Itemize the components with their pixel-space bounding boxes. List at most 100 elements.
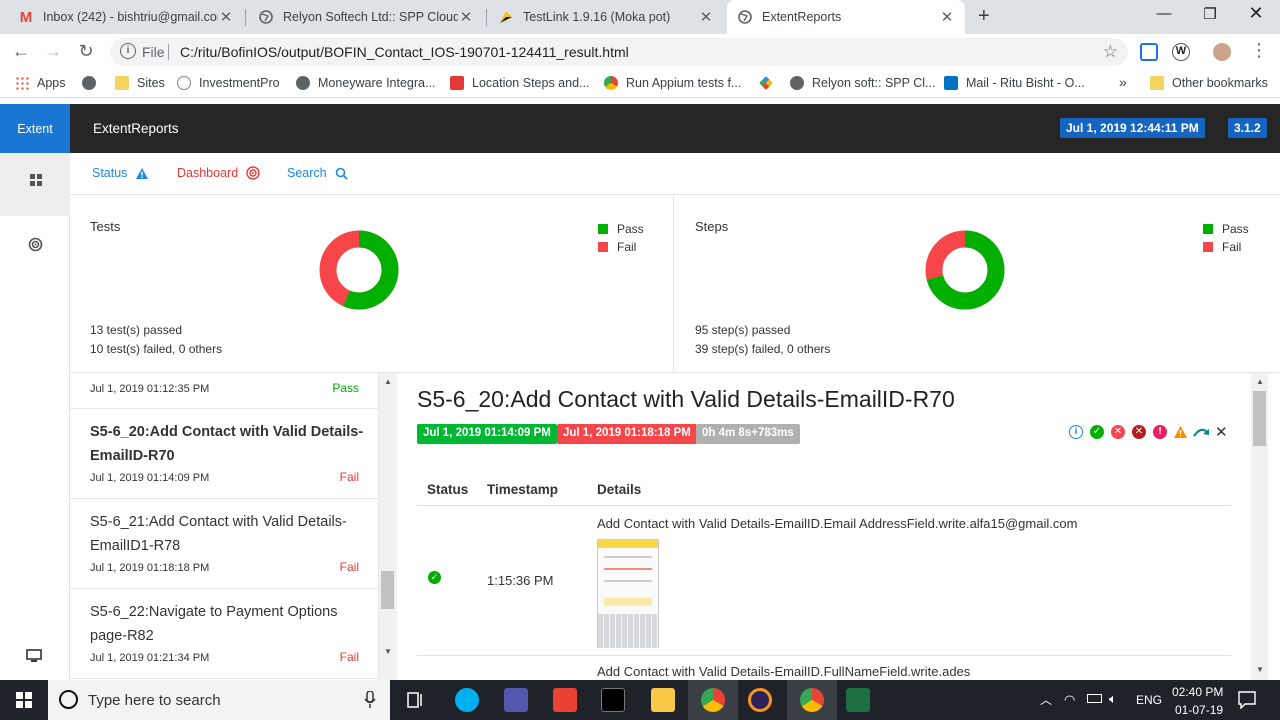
bookmark-moneyware[interactable]: Moneyware Integra...: [296, 76, 435, 90]
microphone-icon[interactable]: [364, 691, 376, 709]
test-list-scrollbar[interactable]: ▲ ▼: [379, 373, 397, 680]
chrome-taskbar-item[interactable]: [787, 680, 837, 720]
bookmark-sites[interactable]: Sites: [115, 76, 165, 90]
forward-button[interactable]: →: [42, 41, 64, 62]
teams-icon[interactable]: [504, 688, 528, 712]
close-icon[interactable]: ✕: [939, 8, 955, 26]
test-details: S5-6_20:Add Contact with Valid Details-E…: [397, 373, 1251, 680]
notification-icon[interactable]: [1238, 691, 1256, 709]
status-label: Fail: [339, 560, 359, 574]
tab-extentreports[interactable]: ExtentReports ✕: [727, 0, 965, 34]
bookmark-apps[interactable]: Apps: [15, 76, 66, 90]
bookmark-investmentpro[interactable]: InvestmentPro: [177, 76, 280, 90]
legend-fail[interactable]: Fail: [1203, 238, 1249, 256]
extension-icon[interactable]: [1140, 43, 1158, 61]
details-scrollbar[interactable]: ▲ ▼: [1251, 373, 1268, 680]
legend-pass[interactable]: Pass: [598, 220, 644, 238]
search-icon: [335, 167, 348, 180]
bookmark-relyon[interactable]: Relyon soft:: SPP Cl...: [790, 76, 935, 90]
scroll-down-arrow[interactable]: ▼: [384, 647, 392, 656]
fatal-icon[interactable]: ✕: [1132, 425, 1146, 439]
steps-panel: Steps Pass Fail 95 step(s) passed 39 ste…: [675, 195, 1280, 373]
warning-icon[interactable]: [1173, 425, 1188, 439]
monitor-icon[interactable]: [26, 649, 42, 663]
test-list-item[interactable]: Jul 1, 2019 01:12:35 PM Pass: [70, 373, 378, 409]
dashboard-icon[interactable]: [28, 237, 43, 252]
windows-start-icon[interactable]: [16, 692, 32, 708]
bookmark-star-icon[interactable]: ☆: [1103, 42, 1118, 62]
language-indicator[interactable]: ENG: [1136, 693, 1162, 707]
legend-pass[interactable]: Pass: [1203, 220, 1249, 238]
scroll-thumb[interactable]: [381, 571, 394, 609]
tab-testlink[interactable]: TestLink 1.9.16 (Moka pot) ✕: [488, 0, 724, 34]
info-icon[interactable]: i: [120, 43, 136, 59]
tab-gmail[interactable]: M Inbox (242) - bishtriu@gmail.com ✕: [8, 0, 244, 34]
battery-icon[interactable]: [1087, 694, 1102, 703]
test-list-item-active[interactable]: S5-6_20:Add Contact with Valid Details-E…: [70, 409, 378, 499]
menu-icon[interactable]: ⋮: [1248, 40, 1270, 61]
fail-icon[interactable]: ✕: [1111, 425, 1125, 439]
window-close-button[interactable]: ✕: [1246, 3, 1266, 24]
excel-icon[interactable]: [846, 688, 870, 712]
pass-icon[interactable]: ✓: [1090, 425, 1104, 439]
bookmarks-overflow-button[interactable]: »: [1119, 74, 1127, 90]
skip-icon[interactable]: [1193, 426, 1210, 438]
info-icon[interactable]: i: [1069, 425, 1083, 439]
task-view-icon[interactable]: [407, 692, 425, 708]
minimize-button[interactable]: —: [1154, 5, 1174, 22]
legend-fail[interactable]: Fail: [598, 238, 644, 256]
dashboard-panels: Tests Pass Fail 13 test(s) passed 10 tes…: [70, 195, 1280, 373]
close-icon[interactable]: ✕: [698, 8, 714, 26]
bookmark-mail-outlook[interactable]: Mail - Ritu Bisht - O...: [944, 76, 1085, 90]
bookmark-run-appium[interactable]: Run Appium tests f...: [604, 76, 741, 90]
eclipse-icon[interactable]: [748, 688, 772, 712]
taskbar-search-box[interactable]: Type here to search: [48, 680, 390, 720]
dashboard-link[interactable]: Dashboard: [177, 166, 260, 180]
restore-button[interactable]: ❐: [1200, 5, 1220, 23]
search-link[interactable]: Search: [287, 166, 348, 180]
pinwheel-icon: [759, 76, 773, 90]
status-link[interactable]: Status: [92, 166, 149, 180]
back-button[interactable]: ←: [10, 41, 32, 62]
bookmark-globe[interactable]: [82, 76, 104, 90]
error-icon[interactable]: !: [1153, 425, 1167, 439]
report-date-badge: Jul 1, 2019 12:44:11 PM: [1060, 118, 1205, 138]
side-nav-tests[interactable]: [0, 153, 70, 216]
wordpress-icon[interactable]: W: [1172, 43, 1190, 61]
chrome-icon: [701, 688, 725, 712]
brand-logo[interactable]: Extent: [0, 104, 70, 153]
scroll-down-arrow[interactable]: ▼: [1256, 665, 1264, 674]
anydesk-icon[interactable]: [553, 688, 577, 712]
chrome-taskbar-item[interactable]: [688, 680, 738, 720]
report-version-badge: 3.1.2: [1228, 118, 1267, 138]
duration-badge: 0h 4m 8s+783ms: [696, 424, 800, 444]
tray-overflow-icon[interactable]: ︿: [1040, 691, 1052, 708]
test-list-item[interactable]: S5-6_22:Navigate to Payment Options page…: [70, 589, 378, 679]
address-bar[interactable]: i File C:/ritu/BofinIOS/output/BOFIN_Con…: [110, 38, 1128, 66]
taskbar-date[interactable]: 01-07-19: [1175, 703, 1223, 717]
bookmark-location-steps[interactable]: Location Steps and...: [450, 76, 589, 90]
report-title: ExtentReports: [93, 121, 179, 136]
file-explorer-icon[interactable]: [651, 688, 675, 712]
scroll-up-arrow[interactable]: ▲: [1256, 377, 1264, 386]
url-text[interactable]: C:/ritu/BofinIOS/output/BOFIN_Contact_IO…: [180, 44, 629, 60]
avatar[interactable]: [1213, 43, 1231, 61]
close-icon[interactable]: ✕: [218, 8, 234, 26]
skype-icon[interactable]: [455, 688, 479, 712]
close-icon[interactable]: ✕: [458, 8, 474, 26]
reload-button[interactable]: ↻: [75, 41, 97, 62]
test-list-item[interactable]: S5-6_21:Add Contact with Valid Details-E…: [70, 499, 378, 589]
tab-relyon[interactable]: Relyon Softech Ltd:: SPP Cloud ✕: [248, 0, 484, 34]
other-bookmarks[interactable]: Other bookmarks: [1150, 76, 1268, 90]
outlook-icon: [944, 76, 958, 90]
taskbar-time[interactable]: 02:40 PM: [1172, 685, 1223, 699]
volume-icon[interactable]: 🔈︎: [1109, 691, 1117, 707]
clear-icon[interactable]: ✕: [1215, 423, 1228, 441]
scroll-up-arrow[interactable]: ▲: [384, 377, 392, 386]
bookmark-pinwheel[interactable]: [759, 76, 781, 90]
terminal-icon[interactable]: [601, 688, 625, 712]
scroll-thumb[interactable]: [1253, 391, 1266, 446]
screenshot-thumbnail[interactable]: [597, 539, 659, 648]
wifi-icon[interactable]: ◠: [1064, 692, 1075, 708]
new-tab-button[interactable]: +: [978, 5, 990, 28]
